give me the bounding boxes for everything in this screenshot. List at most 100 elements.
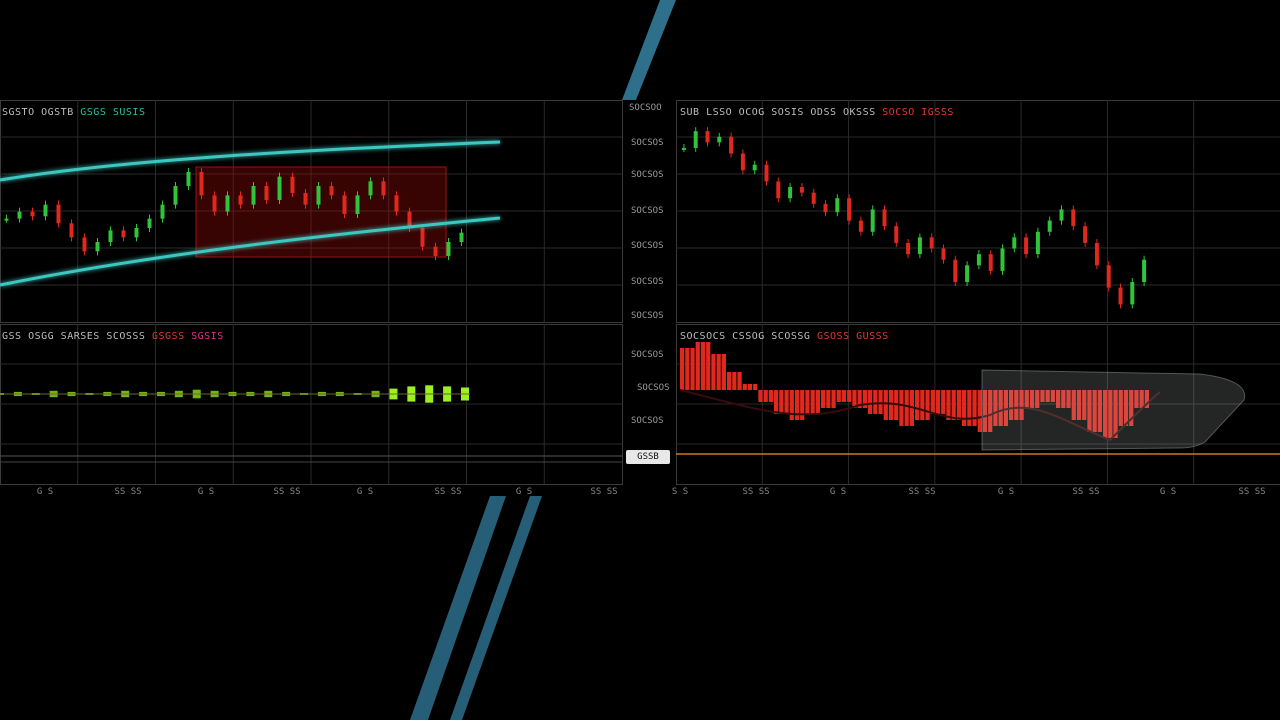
histogram-bar (680, 348, 685, 390)
top-right-panel-label: SUB LSSO OCOG SOSIS ODSS OKSSS SOCSO IGS… (680, 107, 954, 118)
histogram-bar (737, 372, 742, 390)
top-right-candle (764, 164, 769, 182)
top-right-candle (681, 147, 686, 150)
histogram-bar (883, 390, 888, 420)
histogram-bar (800, 390, 805, 420)
histogram-bar (836, 390, 841, 402)
histogram-bar (789, 390, 794, 420)
y-tick-label: SOCSOS (631, 206, 664, 216)
top-right-candle (1035, 231, 1040, 255)
top-left-candle (381, 181, 386, 196)
histogram-bar (899, 390, 904, 426)
top-right-candle (835, 198, 840, 213)
top-right-candle (1106, 265, 1111, 288)
top-left-candle (316, 186, 321, 205)
y-tick-label: SOCSOS (631, 241, 664, 251)
x-tick-label: G S (1159, 487, 1177, 497)
histogram-bar (784, 390, 789, 414)
top-right-candle (811, 192, 816, 204)
top-right-candle (1094, 242, 1099, 266)
histogram-bar (878, 390, 883, 414)
top-left-candle (329, 186, 334, 196)
top-left-candle (160, 204, 165, 219)
histogram-bar (716, 354, 721, 390)
top-right-candle (894, 226, 899, 243)
top-left-candle (186, 172, 191, 186)
histogram-bar (763, 390, 768, 402)
histogram-bar (930, 390, 935, 414)
top-left-candle (56, 204, 61, 224)
histogram-bar (685, 348, 690, 390)
histogram-bar (977, 390, 982, 432)
histogram-bar (758, 390, 763, 402)
top-right-candle (1118, 287, 1123, 305)
x-tick-label: G S (356, 487, 374, 497)
y-tick-label: SOCSOS (637, 383, 670, 393)
top-left-candle (342, 195, 347, 214)
top-left-candle (238, 195, 243, 205)
top-left-candle (69, 223, 74, 238)
top-left-candle (303, 193, 308, 205)
top-right-candle (870, 209, 875, 232)
x-tick-label: G S (829, 487, 847, 497)
top-left-candle (355, 195, 360, 214)
bottom-right-panel-label: SOCSOCS CSSOG SCOSSG GSOSS GUSSS (680, 331, 889, 342)
top-right-candle (858, 220, 863, 232)
top-left-candle (147, 218, 152, 228)
top-right-candle (1012, 237, 1017, 249)
histogram-bar (967, 390, 972, 426)
y-tick-label: SOCSOS (631, 277, 664, 287)
histogram-bar (925, 390, 930, 420)
top-right-candle (1130, 282, 1135, 305)
top-right-candle (988, 254, 993, 271)
selection-overlay (981, 369, 1246, 451)
histogram-bar (972, 390, 977, 426)
top-left-candle (433, 246, 438, 256)
price-badge: GSSB (626, 450, 670, 464)
top-right-candle (1071, 209, 1076, 227)
histogram-bar (768, 390, 773, 402)
histogram-bar (794, 390, 800, 420)
histogram-bar (946, 390, 951, 420)
x-tick-label: G S (997, 487, 1015, 497)
x-tick-label: SS SS (742, 487, 770, 497)
histogram-bar (935, 390, 941, 414)
y-tick-label: SOCSOS (631, 170, 664, 180)
histogram-bar (841, 390, 847, 402)
top-left-candle (134, 228, 139, 238)
histogram-bar (951, 390, 956, 420)
top-left-candle (225, 195, 230, 212)
top-right-candle (752, 164, 757, 171)
y-tick-label: SOCSOS (631, 138, 664, 148)
x-tick-label: SS SS (590, 487, 618, 497)
top-left-candle (290, 176, 295, 193)
top-right-candle (1083, 226, 1088, 243)
top-right-candle (906, 242, 911, 255)
x-tick-label: S S (671, 487, 689, 497)
bottom-left-panel-label: GSS OSGG SARSES SCOSSS GSGSS SGSIS (2, 331, 224, 342)
histogram-bar (690, 348, 695, 390)
top-right-candle (1059, 209, 1064, 221)
top-right-candle (799, 187, 804, 193)
histogram-bar (732, 372, 737, 390)
top-left-candle (394, 195, 399, 212)
top-right-candle (1047, 220, 1052, 232)
top-left-candle (173, 186, 178, 205)
top-left-candle (368, 181, 373, 196)
top-right-candle (941, 248, 946, 260)
top-right-candle (788, 187, 793, 199)
histogram-bar (742, 384, 747, 390)
top-right-candle (705, 131, 710, 143)
top-left-candle (459, 232, 464, 242)
top-right-candle (740, 153, 745, 171)
histogram-bar (727, 372, 732, 390)
histogram-bar (805, 390, 810, 414)
top-right-candle (1142, 259, 1147, 283)
y-tick-label: SOCSOS (631, 311, 664, 321)
histogram-bar (956, 390, 961, 420)
histogram-bar (915, 390, 920, 420)
top-left-candle (212, 195, 217, 212)
histogram-bar (831, 390, 836, 408)
top-right-candle (1024, 237, 1029, 255)
top-left-candle (199, 172, 204, 196)
